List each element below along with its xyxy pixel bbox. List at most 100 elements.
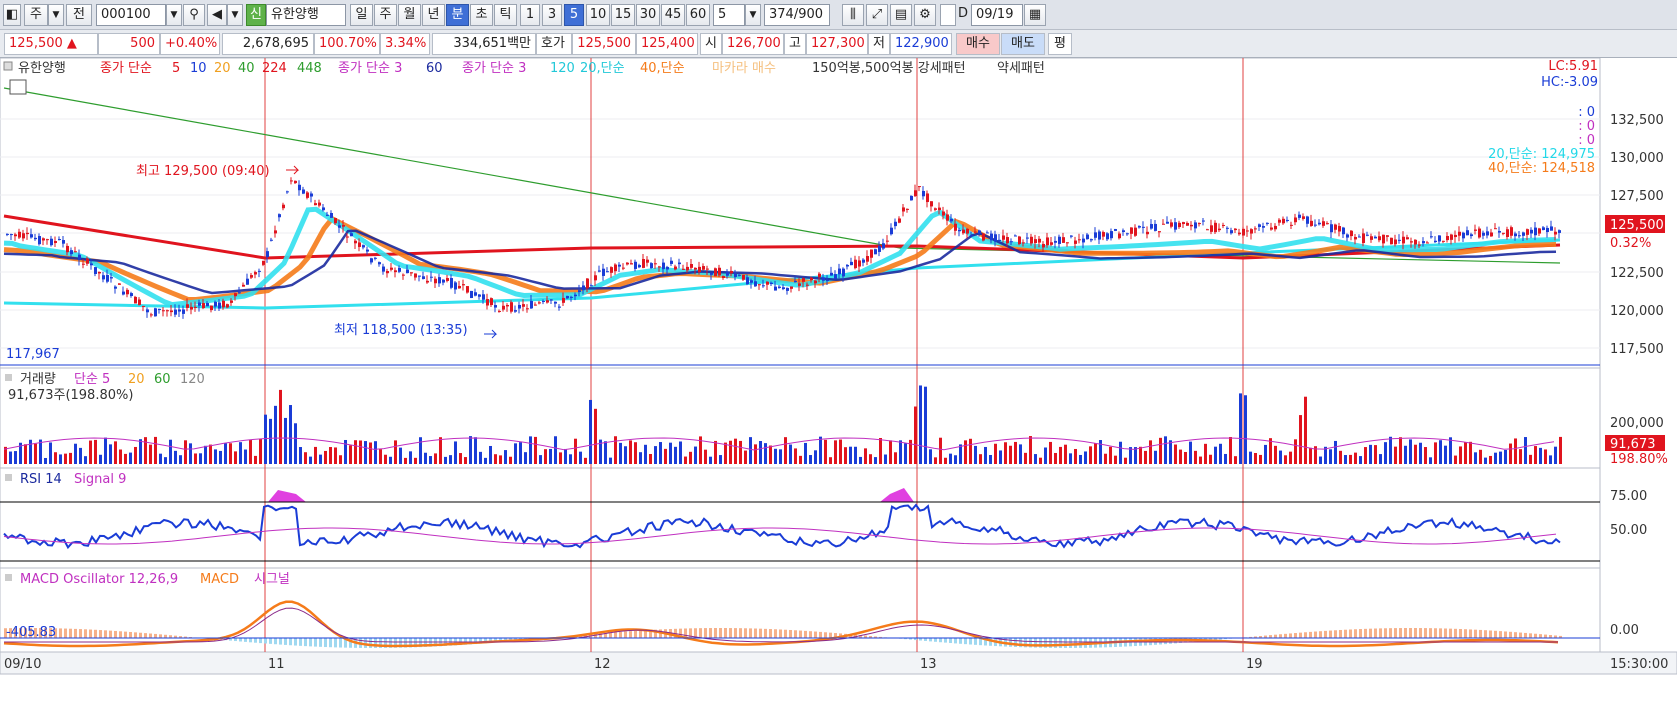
grid-toggle-icon[interactable] (9, 79, 27, 95)
candle-icon[interactable]: ⫼ (842, 4, 864, 26)
chart-settings-icon[interactable]: ◧ (3, 4, 21, 26)
interval-input[interactable]: 5 (713, 4, 745, 26)
volume-bar (689, 451, 692, 464)
x-tick-label: 12 (594, 657, 611, 672)
candle-body (22, 233, 25, 239)
candle-body (178, 309, 181, 312)
count-field[interactable]: 374/900 (764, 4, 830, 26)
sell-button[interactable]: 매도 (1001, 33, 1045, 55)
volume-bar (969, 438, 972, 464)
candle-body (526, 308, 529, 310)
macd-histogram-bar (1394, 628, 1397, 638)
volume-bar (399, 447, 402, 464)
volume-bar (1049, 441, 1052, 464)
interval-15[interactable]: 15 (611, 4, 635, 26)
volume-bar (584, 457, 587, 464)
macd-histogram-bar (809, 631, 812, 638)
candle-body (494, 305, 497, 308)
stock-name-field[interactable]: 유한양행 (266, 4, 346, 26)
candle-body (406, 269, 409, 274)
y-tick-label: 130,000 (1610, 151, 1664, 166)
date-checkbox[interactable] (940, 4, 956, 26)
period-year[interactable]: 년 (422, 4, 445, 26)
candle-body (930, 201, 933, 207)
candle-body (798, 283, 801, 286)
volume-bar (564, 448, 567, 464)
gear-icon[interactable]: ⚙ (914, 4, 936, 26)
macd-histogram-bar (614, 632, 617, 638)
candle-body (142, 305, 145, 307)
period-month[interactable]: 월 (398, 4, 421, 26)
calendar-icon[interactable]: ▦ (1024, 4, 1046, 26)
candle-body (30, 234, 33, 238)
candle-body (1178, 222, 1181, 228)
candle-body (1106, 233, 1109, 240)
volume-bar (1299, 415, 1302, 464)
legend-ma1-label: 종가 단순 (100, 61, 152, 76)
buy-button[interactable]: 매수 (956, 33, 1000, 55)
date-field[interactable]: 09/19 (971, 4, 1023, 26)
volume-bar (444, 456, 447, 464)
macd-histogram-bar (704, 628, 707, 638)
volume-bar (894, 452, 897, 464)
candle-body (362, 245, 365, 248)
interval-1[interactable]: 1 (520, 4, 540, 26)
candle-body (1522, 232, 1525, 236)
volume-bar (44, 457, 47, 464)
speaker-dropdown-icon[interactable]: ▼ (227, 4, 243, 26)
period-week[interactable]: 주 (374, 4, 397, 26)
candle-body (1050, 242, 1053, 245)
period-second[interactable]: 초 (470, 4, 493, 26)
volume-bar (9, 451, 12, 464)
volume-value: 91,673주(198.80%) (8, 388, 133, 403)
period-minute[interactable]: 분 (446, 4, 469, 26)
volume-bar (1234, 456, 1237, 464)
speaker-icon[interactable]: ◀ (207, 4, 227, 26)
macd-histogram-bar (1364, 628, 1367, 638)
period-day[interactable]: 일 (350, 4, 373, 26)
chart-type-select[interactable]: 주 (24, 4, 48, 26)
macd-title: MACD Oscillator 12,26,9 (20, 572, 178, 587)
chart-area[interactable]: 117,967 유한양행 종가 단순 5 10 20 40 224 448 종가… (0, 58, 1677, 722)
interval-dropdown-icon[interactable]: ▼ (745, 4, 761, 26)
macd-histogram-bar (334, 638, 337, 648)
candle-body (742, 274, 745, 280)
candle-body (978, 230, 981, 234)
interval-5[interactable]: 5 (564, 4, 584, 26)
period-tick[interactable]: 틱 (494, 4, 517, 26)
volume-bar (219, 450, 222, 464)
interval-45[interactable]: 45 (661, 4, 685, 26)
macd-histogram-bar (119, 631, 122, 638)
candle-body (458, 285, 461, 289)
interval-3[interactable]: 3 (542, 4, 562, 26)
candle-body (878, 245, 881, 252)
interval-10[interactable]: 10 (586, 4, 610, 26)
candle-body (1082, 238, 1085, 243)
interval-30[interactable]: 30 (636, 4, 660, 26)
volume-bar (1159, 437, 1162, 464)
candle-body (110, 277, 113, 279)
candle-body (1098, 231, 1101, 240)
macd-histogram-bar (1454, 628, 1457, 638)
eval-button[interactable]: 평 (1048, 33, 1072, 55)
candle-body (1326, 223, 1329, 225)
stock-code-input[interactable]: 000100 (96, 4, 166, 26)
code-dropdown-icon[interactable]: ▼ (166, 4, 182, 26)
volume-bar (1289, 451, 1292, 464)
candle-body (334, 217, 337, 224)
macd-histogram-bar (94, 629, 97, 638)
macd-histogram-bar (59, 628, 62, 638)
prev-button[interactable]: 전 (66, 4, 92, 26)
interval-60[interactable]: 60 (686, 4, 710, 26)
save-icon[interactable]: ▤ (890, 4, 912, 26)
volume-bar (164, 457, 167, 464)
chevron-down-icon[interactable]: ▼ (48, 4, 64, 26)
volume-ratio: 100.70% (314, 33, 380, 55)
macd-histogram-bar (1324, 630, 1327, 638)
macd-histogram-bar (284, 638, 287, 645)
line-tool-icon[interactable]: ⤢ (866, 4, 888, 26)
search-icon[interactable]: ⚲ (183, 4, 205, 26)
volume-bar (1479, 449, 1482, 464)
candle-body (1130, 227, 1133, 234)
volume-bar (139, 439, 142, 464)
